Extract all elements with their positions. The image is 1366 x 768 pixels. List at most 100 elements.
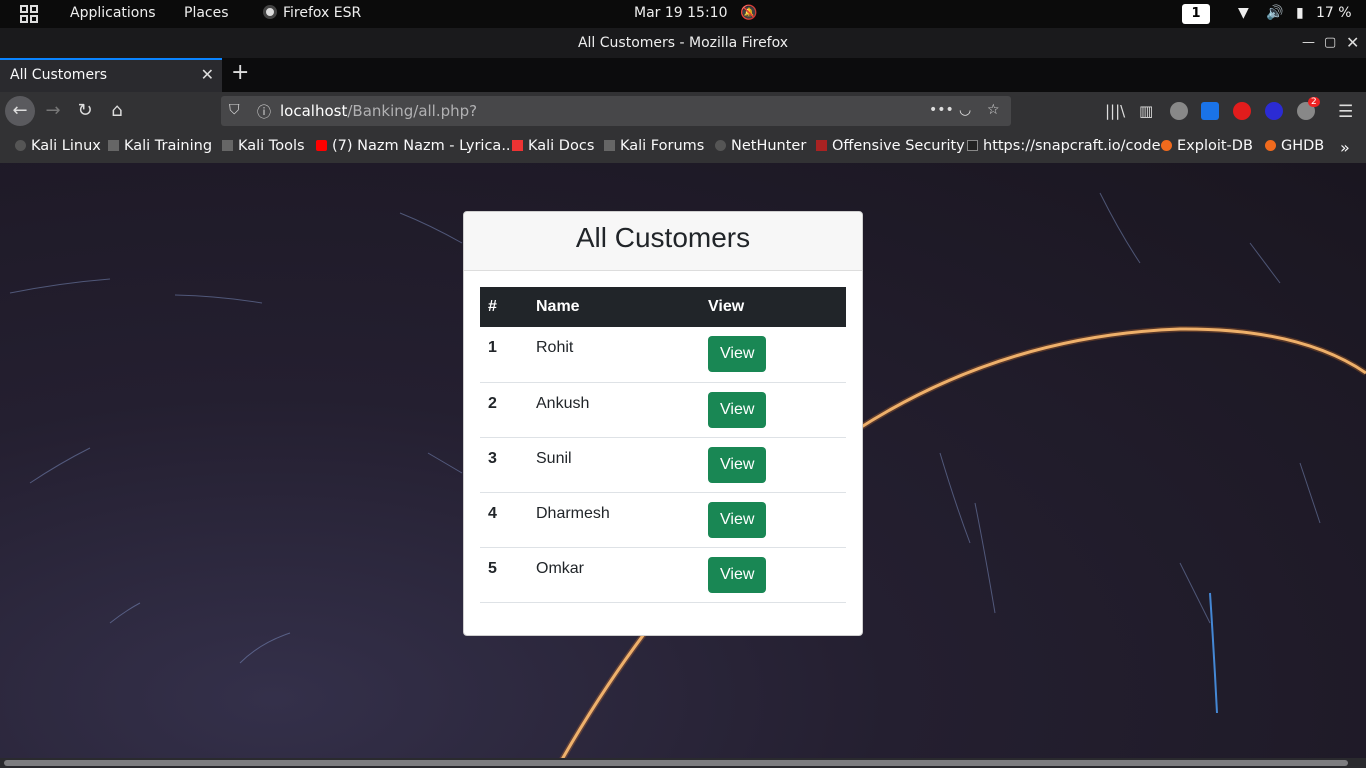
offsec-icon bbox=[816, 140, 827, 151]
table-row: 5 Omkar View bbox=[480, 547, 846, 603]
library-icon[interactable]: |||\ bbox=[1105, 102, 1125, 120]
tracking-shield-icon[interactable]: ⛉ bbox=[229, 102, 240, 118]
bookmarks-overflow-icon[interactable]: » bbox=[1340, 138, 1350, 157]
view-button[interactable]: View bbox=[708, 336, 767, 372]
new-tab-icon[interactable]: + bbox=[231, 60, 249, 85]
url-text[interactable]: localhost/Banking/all.php? bbox=[280, 102, 477, 120]
kali-dragon-icon bbox=[222, 140, 233, 151]
page-viewport: All Customers # Name View 1 Rohit View 2… bbox=[0, 163, 1366, 758]
notifications-off-icon: 🔕 bbox=[740, 5, 758, 21]
bookmark-label: Offensive Security bbox=[832, 138, 965, 154]
bookmark-label: https://snapcraft.io/code bbox=[983, 138, 1161, 154]
extension-download-icon[interactable] bbox=[1265, 102, 1283, 120]
close-tab-icon[interactable]: ✕ bbox=[201, 65, 214, 84]
exploit-db-icon bbox=[1161, 140, 1172, 151]
customer-name: Sunil bbox=[528, 437, 700, 493]
bookmark-label: Kali Training bbox=[124, 138, 213, 154]
bookmark-nethunter[interactable]: NetHunter bbox=[715, 138, 806, 154]
wifi-icon[interactable]: ▼ bbox=[1238, 5, 1249, 21]
bookmark-label: Kali Forums bbox=[620, 138, 705, 154]
home-button[interactable]: ⌂ bbox=[102, 96, 132, 126]
customer-name: Rohit bbox=[528, 327, 700, 383]
bookmark-label: NetHunter bbox=[731, 138, 807, 154]
url-host: localhost bbox=[280, 102, 348, 120]
customer-action-cell: View bbox=[700, 437, 846, 493]
firefox-icon bbox=[263, 5, 277, 19]
account-icon[interactable] bbox=[1170, 102, 1188, 120]
nethunter-icon bbox=[715, 140, 726, 151]
site-info-icon[interactable]: ⓘ bbox=[257, 102, 271, 122]
maximize-icon[interactable]: ▢ bbox=[1324, 28, 1336, 58]
customer-action-cell: View bbox=[700, 492, 846, 548]
close-window-icon[interactable]: ✕ bbox=[1346, 28, 1359, 58]
reload-button[interactable]: ↻ bbox=[70, 96, 100, 126]
view-button[interactable]: View bbox=[708, 556, 767, 593]
customer-id: 1 bbox=[480, 327, 528, 383]
customers-table: # Name View 1 Rohit View 2 Ankush View 3 bbox=[480, 287, 846, 603]
page-actions-icon[interactable]: ••• bbox=[929, 102, 954, 118]
bookmark-kali-docs[interactable]: Kali Docs bbox=[512, 138, 594, 154]
extension-badge-count: 2 bbox=[1308, 97, 1320, 107]
bookmark-kali-linux[interactable]: Kali Linux bbox=[15, 138, 101, 154]
active-app-label: Firefox ESR bbox=[283, 5, 362, 21]
bookmark-ghdb[interactable]: GHDB bbox=[1265, 138, 1324, 154]
bookmark-label: GHDB bbox=[1281, 138, 1325, 154]
bookmark-offensive-security[interactable]: Offensive Security bbox=[816, 138, 965, 154]
tab-strip: All Customers ✕ + bbox=[0, 58, 1366, 92]
bookmark-youtube-nazm[interactable]: (7) Nazm Nazm - Lyrica... bbox=[316, 138, 515, 154]
system-top-bar: Applications Places Firefox ESR Mar 19 1… bbox=[0, 0, 1366, 28]
minimize-icon[interactable]: — bbox=[1302, 28, 1315, 58]
youtube-icon bbox=[316, 140, 327, 151]
customer-action-cell: View bbox=[700, 547, 846, 603]
pocket-icon[interactable]: ◡ bbox=[959, 102, 971, 118]
extension-shield-icon[interactable] bbox=[1201, 102, 1219, 120]
bookmark-kali-tools[interactable]: Kali Tools bbox=[222, 138, 305, 154]
clock[interactable]: Mar 19 15:10 bbox=[634, 5, 727, 21]
places-menu[interactable]: Places bbox=[184, 5, 229, 21]
kali-dragon-icon bbox=[604, 140, 615, 151]
view-button[interactable]: View bbox=[708, 501, 767, 538]
volume-icon[interactable]: 🔊 bbox=[1266, 5, 1283, 21]
page-title: All Customers bbox=[464, 212, 862, 271]
view-button[interactable]: View bbox=[708, 391, 767, 428]
active-app-menu[interactable]: Firefox ESR bbox=[263, 5, 361, 21]
customer-name: Ankush bbox=[528, 382, 700, 438]
bookmarks-toolbar: Kali Linux Kali Training Kali Tools (7) … bbox=[0, 130, 1366, 163]
bookmark-label: Kali Linux bbox=[31, 138, 101, 154]
window-title-bar: All Customers - Mozilla Firefox — ▢ ✕ bbox=[0, 28, 1366, 58]
snapcraft-icon bbox=[967, 140, 978, 151]
bookmark-snapcraft[interactable]: https://snapcraft.io/code bbox=[967, 138, 1161, 154]
workspace-indicator[interactable]: 1 bbox=[1182, 4, 1210, 24]
view-button[interactable]: View bbox=[708, 446, 767, 483]
back-button[interactable]: ← bbox=[5, 96, 35, 126]
tab-title: All Customers bbox=[10, 67, 108, 83]
customer-id: 2 bbox=[480, 382, 528, 438]
hamburger-menu-icon[interactable]: ☰ bbox=[1338, 102, 1353, 122]
customer-name: Omkar bbox=[528, 547, 700, 603]
bookmark-label: (7) Nazm Nazm - Lyrica... bbox=[332, 138, 516, 154]
bookmark-star-icon[interactable]: ☆ bbox=[987, 102, 1000, 118]
table-row: 1 Rohit View bbox=[480, 327, 846, 383]
tab-all-customers[interactable]: All Customers ✕ bbox=[0, 58, 222, 92]
table-row: 4 Dharmesh View bbox=[480, 492, 846, 548]
ghdb-icon bbox=[1265, 140, 1276, 151]
customer-action-cell: View bbox=[700, 382, 846, 438]
bookmark-kali-forums[interactable]: Kali Forums bbox=[604, 138, 704, 154]
column-header-view: View bbox=[700, 287, 846, 327]
extension-hand-icon[interactable] bbox=[1233, 102, 1251, 120]
applications-menu[interactable]: Applications bbox=[70, 5, 156, 21]
bookmark-exploit-db[interactable]: Exploit-DB bbox=[1161, 138, 1253, 154]
horizontal-scrollbar[interactable] bbox=[0, 758, 1366, 768]
url-bar[interactable]: ⛉ ⓘ localhost/Banking/all.php? ••• ◡ ☆ bbox=[221, 96, 1011, 126]
forward-button[interactable]: → bbox=[38, 96, 68, 126]
table-header-row: # Name View bbox=[480, 287, 846, 327]
bookmark-label: Kali Docs bbox=[528, 138, 595, 154]
battery-icon: ▮ bbox=[1296, 5, 1304, 21]
customers-card: All Customers # Name View 1 Rohit View 2… bbox=[463, 211, 863, 636]
bookmark-label: Kali Tools bbox=[238, 138, 305, 154]
scrollbar-thumb[interactable] bbox=[4, 760, 1348, 766]
sidebar-icon[interactable]: ▥ bbox=[1139, 102, 1153, 120]
window-title: All Customers - Mozilla Firefox bbox=[577, 35, 789, 51]
bookmark-kali-training[interactable]: Kali Training bbox=[108, 138, 212, 154]
app-grid-icon[interactable] bbox=[20, 5, 38, 23]
